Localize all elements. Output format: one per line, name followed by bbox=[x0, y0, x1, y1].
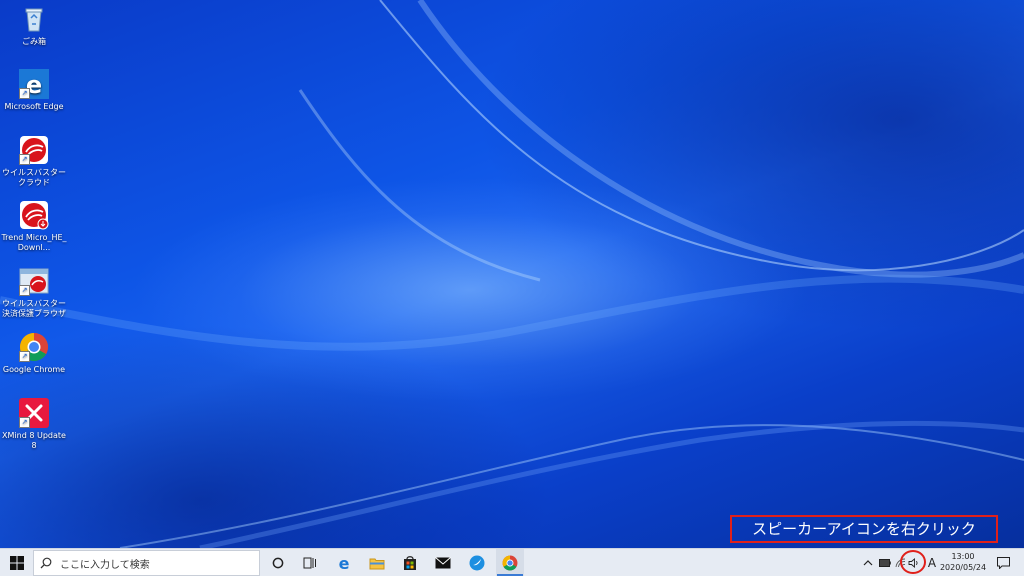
file-explorer-icon bbox=[369, 558, 385, 569]
taskbar: ここに入力して検索 e A 13:00 2020/05/24 bbox=[0, 548, 1024, 576]
chrome-icon: ↗ bbox=[19, 332, 49, 362]
virusbuster-icon: ↗ bbox=[19, 135, 49, 165]
desktop-icon-virusbuster[interactable]: ↗ ウイルスバスター クラウド bbox=[0, 135, 68, 188]
secure-browser-icon: ↗ bbox=[19, 266, 49, 296]
clock-time: 13:00 bbox=[951, 552, 975, 561]
shortcut-arrow-icon: ↗ bbox=[19, 351, 30, 362]
show-hidden-icons-button[interactable] bbox=[860, 549, 876, 576]
search-box[interactable]: ここに入力して検索 bbox=[33, 550, 260, 576]
task-view-icon bbox=[303, 557, 316, 568]
cortana-icon bbox=[272, 557, 284, 568]
desktop: ごみ箱 e ↗ Microsoft Edge ↗ ウイルスバスター クラウド T… bbox=[0, 0, 1024, 548]
notification-icon bbox=[996, 556, 1010, 569]
clock-date: 2020/05/24 bbox=[939, 563, 987, 572]
shortcut-arrow-icon: ↗ bbox=[19, 285, 30, 296]
speaker-highlight-circle bbox=[900, 550, 926, 574]
bird-app-icon bbox=[469, 555, 485, 570]
task-view-button[interactable] bbox=[296, 549, 324, 576]
desktop-icon-edge[interactable]: e ↗ Microsoft Edge bbox=[0, 69, 68, 112]
taskbar-bird-app[interactable] bbox=[463, 549, 491, 576]
taskbar-chrome[interactable] bbox=[496, 549, 524, 576]
desktop-icon-label: ウイルスバスター クラウド bbox=[2, 168, 66, 187]
svg-text:e: e bbox=[339, 555, 350, 571]
store-icon bbox=[404, 555, 416, 570]
cortana-button[interactable] bbox=[264, 549, 292, 576]
edge-icon: e bbox=[339, 555, 350, 571]
desktop-icon-label: Microsoft Edge bbox=[4, 102, 64, 111]
desktop-icon-label: Trend Micro_HE_Downl... bbox=[1, 233, 67, 252]
chrome-icon bbox=[502, 555, 518, 570]
search-placeholder: ここに入力して検索 bbox=[60, 559, 150, 571]
shortcut-arrow-icon: ↗ bbox=[19, 154, 30, 165]
shortcut-arrow-icon: ↗ bbox=[19, 417, 30, 428]
desktop-icon-label: XMind 8 Update 8 bbox=[2, 431, 66, 450]
desktop-icon-label: ウイルスバスター決済保護ブラウザ bbox=[2, 299, 66, 318]
desktop-icon-chrome[interactable]: ↗ Google Chrome bbox=[0, 332, 68, 375]
start-button[interactable] bbox=[0, 549, 33, 576]
trend-micro-installer-icon bbox=[19, 200, 49, 230]
desktop-icon-label: Google Chrome bbox=[2, 365, 66, 374]
action-center-button[interactable] bbox=[992, 549, 1014, 576]
desktop-icon-secure-browser[interactable]: ↗ ウイルスバスター決済保護ブラウザ bbox=[0, 266, 68, 319]
search-icon bbox=[40, 557, 52, 569]
xmind-icon: ↗ bbox=[19, 398, 49, 428]
windows-logo-icon bbox=[9, 555, 24, 570]
shortcut-arrow-icon: ↗ bbox=[19, 88, 30, 99]
instruction-annotation: スピーカーアイコンを右クリック bbox=[730, 515, 998, 543]
desktop-icon-trend-micro-installer[interactable]: Trend Micro_HE_Downl... bbox=[0, 200, 68, 253]
ime-indicator[interactable]: A bbox=[925, 549, 939, 576]
recycle-bin-icon bbox=[19, 4, 49, 34]
wallpaper-swoosh bbox=[0, 0, 1024, 548]
desktop-icon-xmind[interactable]: ↗ XMind 8 Update 8 bbox=[0, 398, 68, 451]
desktop-icon-recycle-bin[interactable]: ごみ箱 bbox=[0, 4, 68, 47]
taskbar-store[interactable] bbox=[396, 549, 424, 576]
tray-battery[interactable] bbox=[877, 549, 893, 576]
desktop-icon-label: ごみ箱 bbox=[22, 37, 46, 46]
taskbar-mail[interactable] bbox=[429, 549, 457, 576]
clock[interactable]: 13:00 2020/05/24 bbox=[938, 551, 988, 573]
mail-icon bbox=[435, 556, 451, 568]
edge-icon: e ↗ bbox=[19, 69, 49, 99]
taskbar-edge[interactable]: e bbox=[330, 549, 358, 576]
taskbar-file-explorer[interactable] bbox=[363, 549, 391, 576]
battery-icon bbox=[879, 558, 891, 567]
chevron-up-icon bbox=[863, 559, 873, 565]
